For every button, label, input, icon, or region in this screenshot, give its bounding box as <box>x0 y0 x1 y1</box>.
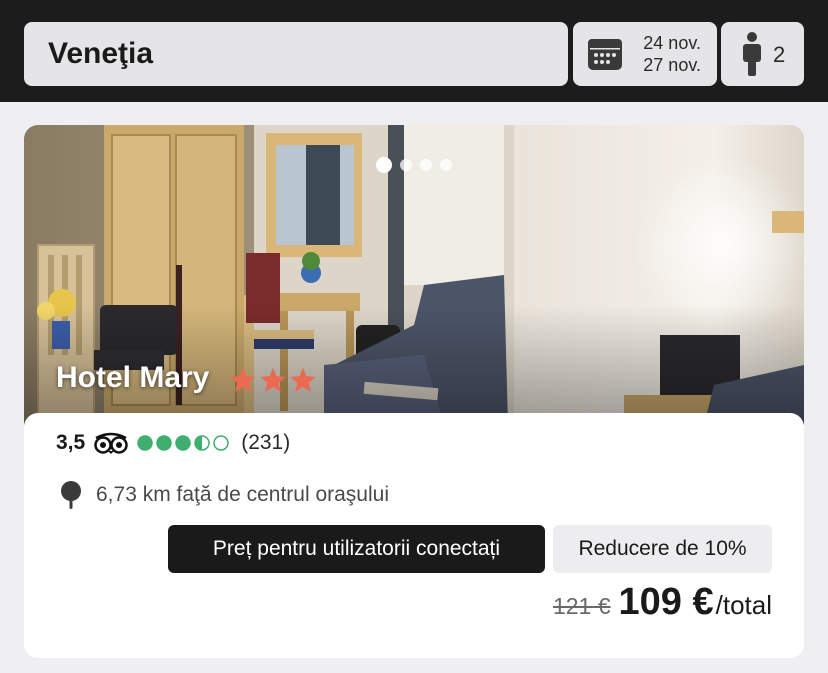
filled-bubble-icon <box>156 435 172 451</box>
guest-selector[interactable]: 2 <box>721 22 804 86</box>
location-pin-icon <box>61 481 81 509</box>
rating-row: 3,5 (231) <box>56 431 290 455</box>
hotel-star-rating <box>229 366 317 394</box>
carousel-dot[interactable] <box>376 157 392 173</box>
calendar-icon <box>588 39 622 70</box>
check-in-date: 24 nov. <box>643 33 701 53</box>
rating-bubbles <box>137 435 229 451</box>
hotel-photo[interactable]: Hotel Mary <box>24 125 804 425</box>
price-row: 121 € 109 € /total <box>553 581 772 624</box>
review-count[interactable]: (231) <box>241 431 290 455</box>
top-bar: Veneţia 24 nov. 27 nov. 2 <box>0 0 828 102</box>
rating-score: 3,5 <box>56 431 86 454</box>
distance-to-center: 6,73 km faţă de centrul oraşului <box>96 483 389 506</box>
original-price: 121 € <box>552 593 611 619</box>
filled-bubble-icon <box>137 435 153 451</box>
half-bubble-icon <box>194 435 210 451</box>
price-suffix: /total <box>715 590 772 620</box>
guest-count: 2 <box>773 42 786 67</box>
location-row: 6,73 km faţă de centrul oraşului <box>60 481 389 509</box>
hotel-card[interactable]: Hotel Mary 3,5 (231) 6,73 km faţă de cen… <box>24 125 804 658</box>
carousel-dot[interactable] <box>400 159 412 171</box>
discounted-price: 109 € <box>618 581 714 623</box>
destination-search-field[interactable]: Veneţia <box>24 22 568 86</box>
destination-value: Veneţia <box>48 37 154 70</box>
carousel-indicators[interactable] <box>376 157 452 173</box>
check-out-date: 27 nov. <box>643 55 701 75</box>
member-price-badge: Preț pentru utilizatorii conectați <box>168 525 545 573</box>
star-icon <box>260 367 286 392</box>
discount-badge: Reducere de 10% <box>553 525 772 573</box>
tripadvisor-icon <box>94 432 128 454</box>
carousel-dot[interactable] <box>440 159 452 171</box>
star-icon <box>290 367 316 392</box>
hotel-name[interactable]: Hotel Mary <box>56 361 209 395</box>
filled-bubble-icon <box>175 435 191 451</box>
carousel-dot[interactable] <box>420 159 432 171</box>
empty-bubble-icon <box>213 435 229 451</box>
date-range: 24 nov. 27 nov. <box>643 32 701 76</box>
star-icon <box>230 367 256 392</box>
hotel-info-panel: 3,5 (231) 6,73 km faţă de centrul oraşul… <box>24 413 804 658</box>
date-selector[interactable]: 24 nov. 27 nov. <box>573 22 717 86</box>
person-icon <box>743 32 761 76</box>
